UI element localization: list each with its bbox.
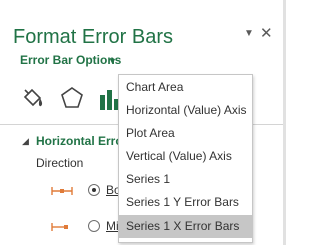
pane-scrollbar[interactable] xyxy=(283,0,286,245)
direction-label: Direction xyxy=(36,156,84,170)
menu-item-chart-area[interactable]: Chart Area xyxy=(119,76,252,99)
direction-minus-radio[interactable] xyxy=(88,220,100,232)
fill-line-icon[interactable] xyxy=(20,86,46,112)
menu-item-horizontal-value-axis[interactable]: Horizontal (Value) Axis xyxy=(119,99,252,122)
pane-title: Format Error Bars xyxy=(13,26,174,48)
pane-options-dropdown-icon[interactable]: ▼ xyxy=(244,28,254,39)
effects-pentagon-icon[interactable] xyxy=(59,85,85,111)
menu-item-vertical-value-axis[interactable]: Vertical (Value) Axis xyxy=(119,145,252,168)
section-collapse-icon[interactable]: ◢ xyxy=(22,136,29,147)
format-error-bars-pane: Format Error Bars ▼ ✕ Error Bar Options … xyxy=(0,0,286,245)
menu-item-series-1-x-error-bars[interactable]: Series 1 X Error Bars xyxy=(119,215,252,238)
horizontal-error-bar-section-heading[interactable]: Horizontal Erro xyxy=(36,134,123,148)
menu-item-series-1[interactable]: Series 1 xyxy=(119,168,252,191)
direction-minus-icon xyxy=(51,223,68,231)
chevron-down-icon[interactable]: ▼ xyxy=(108,56,117,66)
direction-minus-label[interactable]: Mi xyxy=(106,219,119,233)
error-bar-options-dropdown[interactable]: Error Bar Options xyxy=(20,53,121,67)
menu-item-plot-area[interactable]: Plot Area xyxy=(119,122,252,145)
menu-item-series-1-y-error-bars[interactable]: Series 1 Y Error Bars xyxy=(119,191,252,214)
chart-elements-dropdown-list: Chart Area Horizontal (Value) Axis Plot … xyxy=(118,74,253,243)
direction-both-radio[interactable] xyxy=(88,184,100,196)
direction-both-icon xyxy=(51,187,73,195)
close-icon[interactable]: ✕ xyxy=(260,24,273,42)
